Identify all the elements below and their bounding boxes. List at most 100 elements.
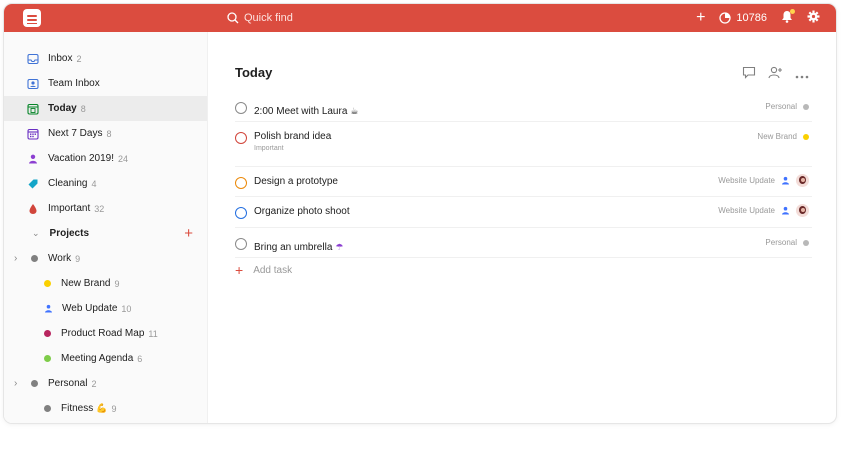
assignee-avatar[interactable] <box>796 204 809 217</box>
task-row[interactable]: Bring an umbrella ☂ Personal <box>235 228 812 258</box>
task-project-tag[interactable]: Personal <box>765 238 809 247</box>
projects-label: Projects <box>49 228 90 239</box>
sidebar-item-label: Team Inbox <box>48 78 100 89</box>
project-label: Fitness <box>61 403 94 414</box>
shared-person-icon <box>782 206 789 215</box>
add-task-plus-icon[interactable]: + <box>696 10 705 26</box>
project-label: Work <box>48 253 72 264</box>
chevron-right-icon[interactable]: › <box>14 253 17 264</box>
task-project-name: Personal <box>765 238 797 247</box>
project-item-personal[interactable]: › Personal 2 <box>4 371 207 396</box>
sidebar-item-count: 32 <box>94 203 105 214</box>
task-content[interactable]: Bring an umbrella <box>254 242 332 253</box>
task-project-tag[interactable]: Website Update <box>718 204 809 217</box>
project-count: 9 <box>75 253 81 264</box>
todoist-logo-icon[interactable] <box>23 9 41 27</box>
project-label: Personal <box>48 378 88 389</box>
comment-icon[interactable] <box>742 66 756 84</box>
notifications-bell-icon[interactable] <box>781 9 795 26</box>
task-project-tag[interactable]: New Brand <box>757 132 809 141</box>
add-task-label: Add task <box>253 264 293 276</box>
sidebar-item-label: Today <box>48 103 77 114</box>
sidebar: Inbox 2 Team Inbox Today 8 Next 7 Days 8… <box>4 32 208 423</box>
task-list: 2:00 Meet with Laura ☕ Personal Polish br… <box>235 92 812 258</box>
assignee-avatar[interactable] <box>796 174 809 187</box>
sidebar-item-today[interactable]: Today 8 <box>4 96 207 121</box>
project-label: Product Road Map <box>61 328 145 339</box>
sidebar-item-count: 8 <box>106 128 112 139</box>
task-content[interactable]: Design a prototype <box>254 176 338 187</box>
project-count: 6 <box>137 353 143 364</box>
project-label: Web Update <box>62 303 118 314</box>
project-item-work[interactable]: › Work 9 <box>4 246 207 271</box>
task-project-tag[interactable]: Website Update <box>718 174 809 187</box>
task-project-name: Website Update <box>718 176 775 185</box>
karma-value: 10786 <box>736 12 767 24</box>
sidebar-item-label: Important <box>48 203 91 214</box>
sidebar-item-count: 4 <box>91 178 97 189</box>
project-count: 11 <box>148 328 158 339</box>
task-row[interactable]: 2:00 Meet with Laura ☕ Personal <box>235 92 812 122</box>
project-label: Meeting Agenda <box>61 353 134 364</box>
chevron-down-icon[interactable]: ⌄ <box>32 228 40 239</box>
project-color-dot <box>803 239 809 246</box>
sidebar-item-count: 2 <box>76 53 82 64</box>
project-count: 10 <box>121 303 132 314</box>
page-title: Today <box>235 65 273 80</box>
task-checkbox[interactable] <box>235 102 247 114</box>
task-row[interactable]: Organize photo shoot Website Update <box>235 197 812 228</box>
sidebar-item-label: Inbox <box>48 53 73 64</box>
settings-gear-icon[interactable] <box>807 10 820 26</box>
chevron-right-icon[interactable]: › <box>14 378 17 389</box>
project-item-web-update[interactable]: Web Update 10 <box>4 296 207 321</box>
task-row[interactable]: Design a prototype Website Update <box>235 167 812 197</box>
project-color-dot <box>44 405 51 412</box>
sidebar-item-inbox[interactable]: Inbox 2 <box>4 46 207 71</box>
project-item-fitness[interactable]: Fitness 💪 9 <box>4 396 207 421</box>
project-count: 2 <box>91 378 97 389</box>
person-icon <box>27 153 39 165</box>
task-content[interactable]: Polish brand idea <box>254 131 331 142</box>
view-toolbar <box>742 66 809 84</box>
project-item-new-brand[interactable]: New Brand 9 <box>4 271 207 296</box>
quick-find-search[interactable]: Quick find <box>227 9 427 27</box>
plus-icon: + <box>235 262 244 278</box>
task-checkbox[interactable] <box>235 207 247 219</box>
sidebar-item-next-7-days[interactable]: Next 7 Days 8 <box>4 121 207 146</box>
sidebar-item-important[interactable]: Important 32 <box>4 196 207 221</box>
today-calendar-icon <box>27 103 39 115</box>
projects-section-header[interactable]: ⌄ Projects + <box>4 221 207 246</box>
task-project-name: New Brand <box>757 132 797 141</box>
inbox-icon <box>27 53 39 65</box>
task-checkbox[interactable] <box>235 177 247 189</box>
task-checkbox[interactable] <box>235 132 247 144</box>
sidebar-item-label: Vacation 2019! <box>48 153 114 164</box>
task-content[interactable]: 2:00 Meet with Laura <box>254 106 347 117</box>
umbrella-emoji: ☂ <box>335 242 344 252</box>
share-add-person-icon[interactable] <box>768 66 783 84</box>
next-7-days-calendar-icon <box>27 128 39 140</box>
drop-icon <box>27 203 39 215</box>
add-project-button[interactable]: + <box>184 225 193 242</box>
karma-indicator[interactable]: 10786 <box>719 12 767 24</box>
task-project-tag[interactable]: Personal <box>765 102 809 111</box>
sidebar-item-count: 8 <box>80 103 86 114</box>
add-task-button[interactable]: + Add task <box>235 262 292 278</box>
task-project-name: Website Update <box>718 206 775 215</box>
project-count: 9 <box>111 403 117 414</box>
project-color-dot <box>44 280 51 287</box>
sidebar-item-cleaning[interactable]: Cleaning 4 <box>4 171 207 196</box>
team-inbox-icon <box>27 78 39 90</box>
tag-icon <box>27 178 39 190</box>
project-color-dot <box>44 355 51 362</box>
task-row[interactable]: Polish brand idea Important New Brand <box>235 122 812 167</box>
task-content[interactable]: Organize photo shoot <box>254 206 350 217</box>
task-checkbox[interactable] <box>235 238 247 250</box>
more-options-icon[interactable] <box>795 66 809 84</box>
project-item-product-road-map[interactable]: Product Road Map 11 <box>4 321 207 346</box>
project-item-meeting-agenda[interactable]: Meeting Agenda 6 <box>4 346 207 371</box>
sidebar-item-vacation[interactable]: Vacation 2019! 24 <box>4 146 207 171</box>
task-label[interactable]: Important <box>254 145 331 152</box>
sidebar-item-team-inbox[interactable]: Team Inbox <box>4 71 207 96</box>
app-window: Quick find + 10786 Inbox 2 Team Inbox To… <box>4 4 836 423</box>
